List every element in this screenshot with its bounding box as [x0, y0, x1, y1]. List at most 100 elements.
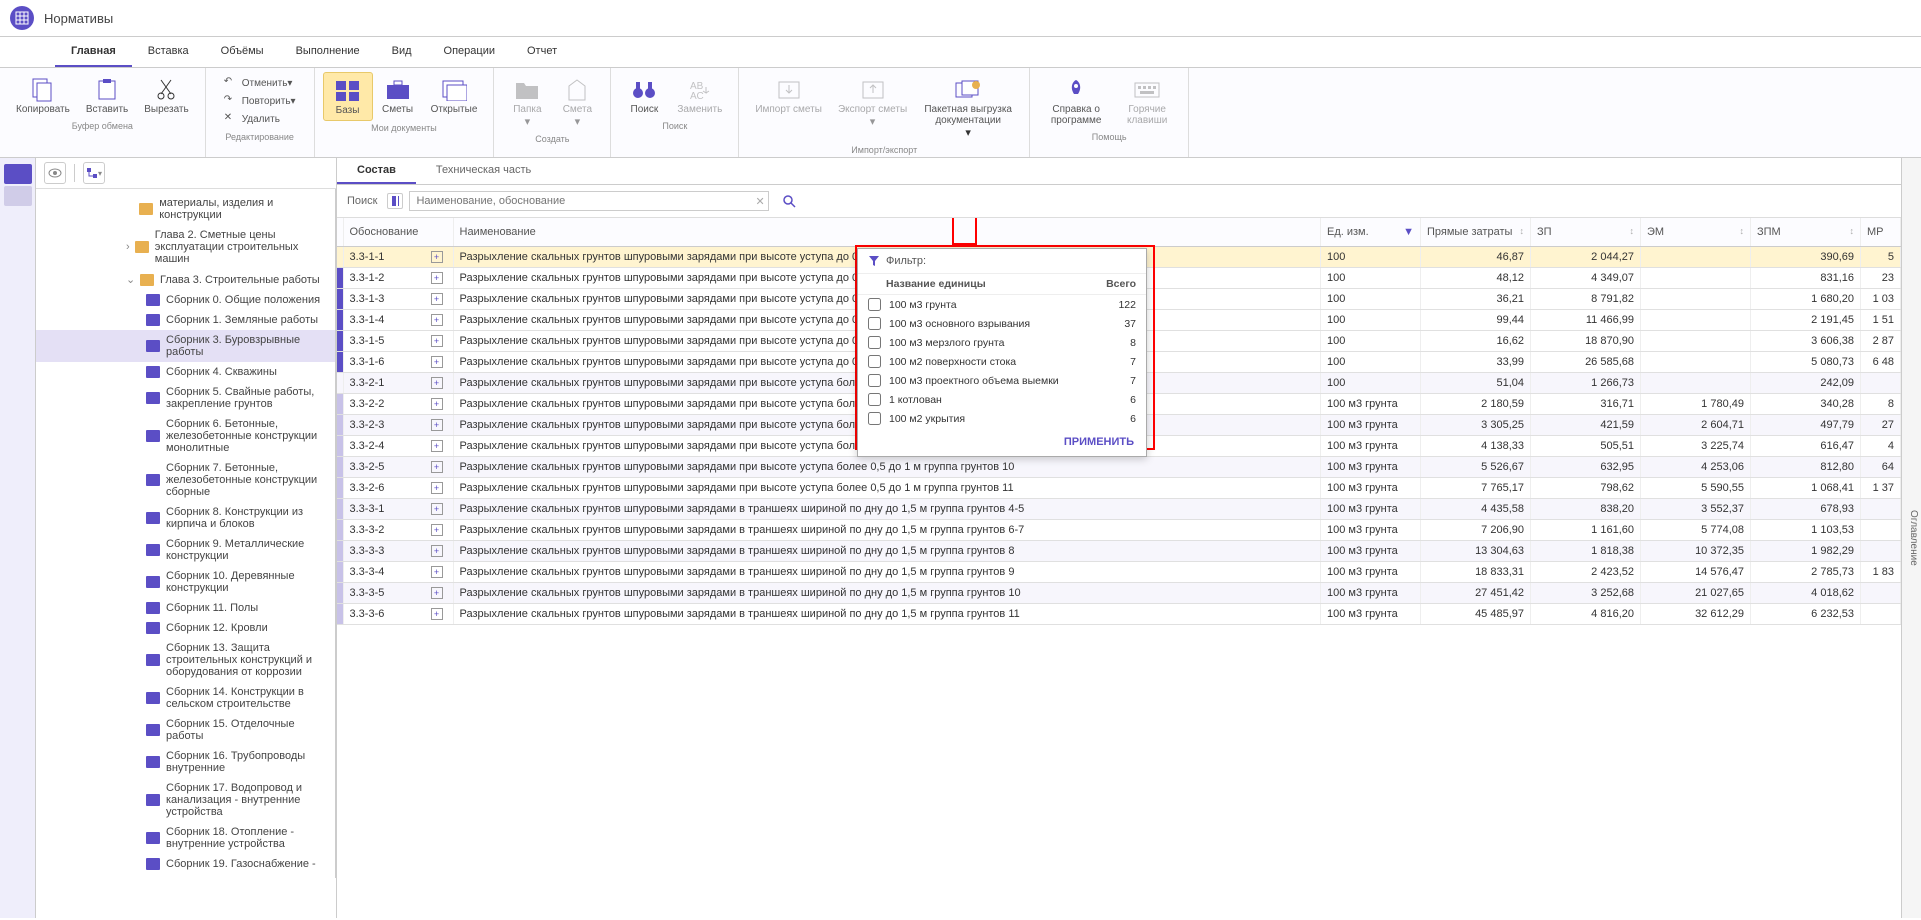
batch-export-button[interactable]: Пакетная выгрузка документации ▾ [915, 72, 1021, 143]
tree-item-5[interactable]: Сборник 3. Буровзрывные работы [36, 330, 335, 362]
expand-icon[interactable]: + [431, 440, 443, 452]
filter-row[interactable]: 1 котлован6 [858, 390, 1146, 409]
search-input[interactable] [409, 191, 769, 211]
col-zp[interactable]: ЗП↕ [1531, 218, 1641, 247]
about-button[interactable]: Справка о программе [1038, 72, 1114, 130]
estimate-button[interactable]: Смета ▾ [552, 72, 602, 132]
tree-item-18[interactable]: Сборник 16. Трубопроводы внутренние [36, 746, 335, 778]
table-row[interactable]: 3.3-3-5+Разрыхление скальных грунтов шпу… [337, 583, 1901, 604]
filter-checkbox[interactable] [868, 393, 881, 406]
estimates-button[interactable]: Сметы [373, 72, 423, 119]
filter-checkbox[interactable] [868, 298, 881, 311]
table-row[interactable]: 3.3-3-3+Разрыхление скальных грунтов шпу… [337, 541, 1901, 562]
tree-item-21[interactable]: Сборник 19. Газоснабжение - [36, 854, 335, 874]
search-mode-icon[interactable] [387, 193, 403, 209]
col-mr[interactable]: МР [1861, 218, 1901, 247]
table-row[interactable]: 3.3-3-6+Разрыхление скальных грунтов шпу… [337, 604, 1901, 625]
filter-row[interactable]: 100 м3 мерзлого грунта8 [858, 333, 1146, 352]
tree-item-2[interactable]: ⌄Глава 3. Строительные работы [36, 269, 335, 290]
filter-checkbox[interactable] [868, 355, 881, 368]
expand-icon[interactable]: + [431, 566, 443, 578]
table-row[interactable]: 3.3-2-5+Разрыхление скальных грунтов шпу… [337, 457, 1901, 478]
filter-row[interactable]: 100 м3 проектного объема выемки7 [858, 371, 1146, 390]
tree-item-8[interactable]: Сборник 6. Бетонные, железобетонные конс… [36, 414, 335, 458]
filter-checkbox[interactable] [868, 336, 881, 349]
tree-item-12[interactable]: Сборник 10. Деревянные конструкции [36, 566, 335, 598]
filter-icon[interactable]: ▼ [1403, 226, 1414, 238]
bases-button[interactable]: Базы [323, 72, 373, 121]
menu-tab-4[interactable]: Вид [376, 37, 428, 67]
tree-item-0[interactable]: материалы, изделия и конструкции [36, 193, 335, 225]
menu-tab-0[interactable]: Главная [55, 37, 132, 67]
filter-apply-button[interactable]: ПРИМЕНИТЬ [1064, 436, 1134, 448]
expand-icon[interactable]: + [431, 398, 443, 410]
expand-icon[interactable]: + [431, 482, 443, 494]
expand-icon[interactable]: + [431, 461, 443, 473]
filter-row[interactable]: 100 м2 поверхности стока7 [858, 352, 1146, 371]
tree-item-17[interactable]: Сборник 15. Отделочные работы [36, 714, 335, 746]
tree-item-11[interactable]: Сборник 9. Металлические конструкции [36, 534, 335, 566]
content-tab-1[interactable]: Техническая часть [416, 158, 551, 184]
expand-icon[interactable]: + [431, 356, 443, 368]
menu-tab-3[interactable]: Выполнение [280, 37, 376, 67]
import-button[interactable]: Импорт сметы [747, 72, 830, 119]
tree-item-16[interactable]: Сборник 14. Конструкции в сельском строи… [36, 682, 335, 714]
search-clear[interactable]: ✕ [755, 195, 764, 208]
tree-item-6[interactable]: Сборник 4. Скважины [36, 362, 335, 382]
export-button[interactable]: Экспорт сметы ▾ [830, 72, 915, 132]
expand-icon[interactable]: + [431, 314, 443, 326]
menu-tab-1[interactable]: Вставка [132, 37, 205, 67]
col-name[interactable]: Наименование [453, 218, 1321, 247]
paste-button[interactable]: Вставить [78, 72, 136, 119]
col-justification[interactable]: Обоснование [343, 218, 453, 247]
copy-button[interactable]: Копировать [8, 72, 78, 119]
folder-button[interactable]: Папка ▾ [502, 72, 552, 132]
undo-button[interactable]: ↶Отменить ▾ [220, 74, 300, 92]
visibility-toggle[interactable] [44, 162, 66, 184]
filter-row[interactable]: 100 м3 основного взрывания37 [858, 314, 1146, 333]
replace-button[interactable]: АВАС Заменить [669, 72, 730, 119]
tree-item-10[interactable]: Сборник 8. Конструкции из кирпича и блок… [36, 502, 335, 534]
content-tab-0[interactable]: Состав [337, 158, 416, 184]
cut-button[interactable]: Вырезать [136, 72, 196, 119]
filter-row[interactable]: 100 м3 грунта122 [858, 295, 1146, 314]
delete-button[interactable]: ✕Удалить [220, 110, 300, 128]
tree-item-15[interactable]: Сборник 13. Защита строительных конструк… [36, 638, 335, 682]
expand-icon[interactable]: + [431, 524, 443, 536]
table-row[interactable]: 3.3-3-1+Разрыхление скальных грунтов шпу… [337, 499, 1901, 520]
col-zpm[interactable]: ЗПМ↕ [1751, 218, 1861, 247]
right-sidebar-toggle[interactable]: Оглавление [1901, 158, 1921, 918]
search-go-icon[interactable] [781, 193, 797, 209]
filter-checkbox[interactable] [868, 374, 881, 387]
table-row[interactable]: 3.3-2-6+Разрыхление скальных грунтов шпу… [337, 478, 1901, 499]
menu-tab-2[interactable]: Объёмы [205, 37, 280, 67]
expand-icon[interactable]: + [431, 587, 443, 599]
redo-button[interactable]: ↷Повторить ▾ [220, 92, 300, 110]
open-button[interactable]: Открытые [423, 72, 486, 119]
filter-row[interactable]: 100 м2 укрытия6 [858, 409, 1146, 428]
leftbar-btn-1[interactable] [4, 164, 32, 184]
tree-item-19[interactable]: Сборник 17. Водопровод и канализация - в… [36, 778, 335, 822]
table-row[interactable]: 3.3-3-4+Разрыхление скальных грунтов шпу… [337, 562, 1901, 583]
filter-checkbox[interactable] [868, 412, 881, 425]
tree-item-4[interactable]: Сборник 1. Земляные работы [36, 310, 335, 330]
tree-mode-toggle[interactable]: ▾ [83, 162, 105, 184]
table-row[interactable]: 3.3-3-2+Разрыхление скальных грунтов шпу… [337, 520, 1901, 541]
expand-icon[interactable]: + [431, 377, 443, 389]
expand-icon[interactable]: + [431, 251, 443, 263]
tree-item-3[interactable]: Сборник 0. Общие положения [36, 290, 335, 310]
tree-item-14[interactable]: Сборник 12. Кровли [36, 618, 335, 638]
expand-icon[interactable]: + [431, 293, 443, 305]
leftbar-btn-2[interactable] [4, 186, 32, 206]
hotkeys-button[interactable]: Горячие клавиши [1114, 72, 1180, 130]
menu-tab-5[interactable]: Операции [428, 37, 511, 67]
expand-icon[interactable]: + [431, 272, 443, 284]
tree-item-9[interactable]: Сборник 7. Бетонные, железобетонные конс… [36, 458, 335, 502]
tree-item-1[interactable]: ›Глава 2. Сметные цены эксплуатации стро… [36, 225, 335, 269]
expand-icon[interactable]: + [431, 419, 443, 431]
col-unit[interactable]: Ед. изм.▼ [1321, 218, 1421, 247]
tree-item-20[interactable]: Сборник 18. Отопление - внутренние устро… [36, 822, 335, 854]
col-em[interactable]: ЭМ↕ [1641, 218, 1751, 247]
tree-item-7[interactable]: Сборник 5. Свайные работы, закрепление г… [36, 382, 335, 414]
expand-icon[interactable]: + [431, 335, 443, 347]
